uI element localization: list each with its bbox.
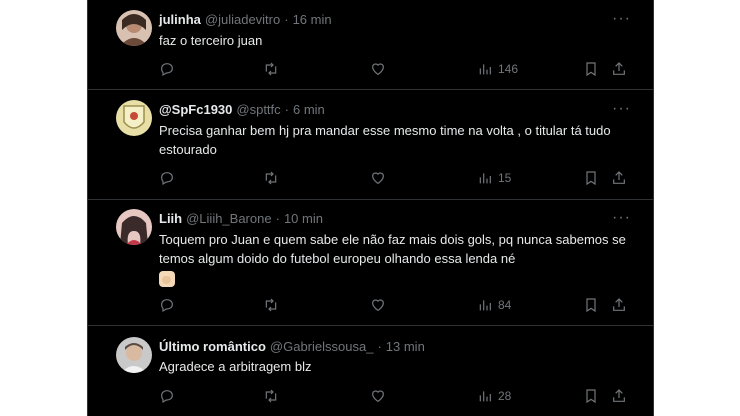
views-button[interactable]: 15: [477, 169, 511, 187]
author-name[interactable]: Liih: [159, 211, 182, 226]
like-button[interactable]: [370, 387, 386, 405]
tweet-text: Agradece a arbitragem blz: [159, 359, 312, 374]
muscle-emoji-icon: [159, 270, 175, 287]
separator-dot: ·: [284, 11, 289, 27]
author-name[interactable]: julinha: [159, 12, 201, 27]
views-count: 84: [498, 298, 512, 312]
reply-button[interactable]: [159, 169, 175, 187]
share-button[interactable]: [611, 60, 627, 78]
reply-icon: [161, 299, 173, 313]
retweet-button[interactable]: [263, 169, 279, 187]
tweet-text: Precisa ganhar bem hj pra mandar esse me…: [159, 123, 611, 157]
reply-icon: [161, 390, 173, 404]
bookmark-icon: [586, 389, 596, 404]
timestamp[interactable]: 16 min: [293, 12, 332, 27]
reply-button[interactable]: [159, 60, 175, 78]
share-icon: [613, 62, 625, 75]
share-icon: [613, 298, 625, 311]
reply-icon: [161, 172, 173, 186]
share-button[interactable]: [611, 169, 627, 187]
like-icon: [372, 299, 384, 312]
views-icon: [479, 173, 491, 184]
separator-dot: ·: [377, 338, 382, 354]
views-icon: [479, 391, 491, 402]
tweet-actions: 146: [159, 60, 631, 78]
author-handle[interactable]: @spttfc: [236, 102, 280, 117]
retweet-button[interactable]: [263, 60, 279, 78]
retweet-icon: [265, 171, 277, 185]
author-name[interactable]: @SpFc1930: [159, 102, 232, 117]
tweet[interactable]: Último romântico @Gabrielssousa_ · 13 mi…: [88, 326, 653, 416]
tweet[interactable]: @SpFc1930 @spttfc · 6 min ··· Precisa ga…: [88, 90, 653, 200]
reply-icon: [161, 63, 173, 77]
tweet[interactable]: Liih @Liiih_Barone · 10 min ··· Toquem p…: [88, 200, 653, 326]
author-handle[interactable]: @Gabrielssousa_: [270, 339, 374, 354]
avatar[interactable]: [116, 10, 152, 46]
views-button[interactable]: 146: [477, 60, 518, 78]
author-handle[interactable]: @Liiih_Barone: [186, 211, 271, 226]
more-options-icon[interactable]: ···: [612, 101, 631, 117]
views-count: 146: [498, 62, 519, 76]
bookmark-icon: [586, 171, 596, 186]
more-options-icon[interactable]: ···: [612, 210, 631, 226]
tweet-text: faz o terceiro juan: [159, 33, 263, 48]
like-button[interactable]: [370, 169, 386, 187]
views-count: 28: [498, 389, 512, 403]
views-icon: [479, 300, 491, 311]
like-icon: [372, 172, 384, 185]
views-button[interactable]: 28: [477, 387, 511, 405]
retweet-button[interactable]: [263, 296, 279, 314]
share-button[interactable]: [611, 387, 627, 405]
bookmark-icon: [586, 62, 596, 77]
bookmark-button[interactable]: [583, 169, 599, 187]
retweet-icon: [265, 298, 277, 312]
avatar[interactable]: [116, 337, 152, 373]
avatar[interactable]: [116, 209, 152, 245]
more-options-icon[interactable]: ···: [612, 11, 631, 27]
retweet-icon: [265, 62, 277, 76]
share-icon: [613, 389, 625, 402]
timestamp[interactable]: 10 min: [284, 211, 323, 226]
bookmark-button[interactable]: [583, 296, 599, 314]
tweet[interactable]: julinha @juliadevitro · 16 min ··· faz o…: [88, 0, 653, 90]
tweet-actions: 15: [159, 169, 631, 187]
timeline: julinha @juliadevitro · 16 min ··· faz o…: [87, 0, 654, 416]
views-icon: [479, 64, 491, 75]
views-button[interactable]: 84: [477, 296, 511, 314]
tweet-actions: 28: [159, 387, 631, 405]
reply-button[interactable]: [159, 387, 175, 405]
bookmark-icon: [586, 298, 596, 313]
like-button[interactable]: [370, 296, 386, 314]
reply-button[interactable]: [159, 296, 175, 314]
avatar[interactable]: [116, 100, 152, 136]
views-count: 15: [498, 171, 512, 185]
bookmark-button[interactable]: [583, 387, 599, 405]
author-handle[interactable]: @juliadevitro: [205, 12, 280, 27]
tweet-text-body: Toquem pro Juan e quem sabe ele não faz …: [159, 232, 626, 266]
like-icon: [372, 390, 384, 403]
separator-dot: ·: [284, 101, 289, 117]
retweet-icon: [265, 389, 277, 403]
timestamp[interactable]: 6 min: [293, 102, 325, 117]
share-button[interactable]: [611, 296, 627, 314]
separator-dot: ·: [275, 210, 280, 226]
author-name[interactable]: Último romântico: [159, 339, 266, 354]
tweet-actions: 84: [159, 296, 631, 314]
bookmark-button[interactable]: [583, 60, 599, 78]
tweet-text: Toquem pro Juan e quem sabe ele não faz …: [159, 230, 629, 287]
share-icon: [613, 171, 625, 184]
like-button[interactable]: [370, 60, 386, 78]
timestamp[interactable]: 13 min: [386, 339, 425, 354]
like-icon: [372, 63, 384, 76]
retweet-button[interactable]: [263, 387, 279, 405]
